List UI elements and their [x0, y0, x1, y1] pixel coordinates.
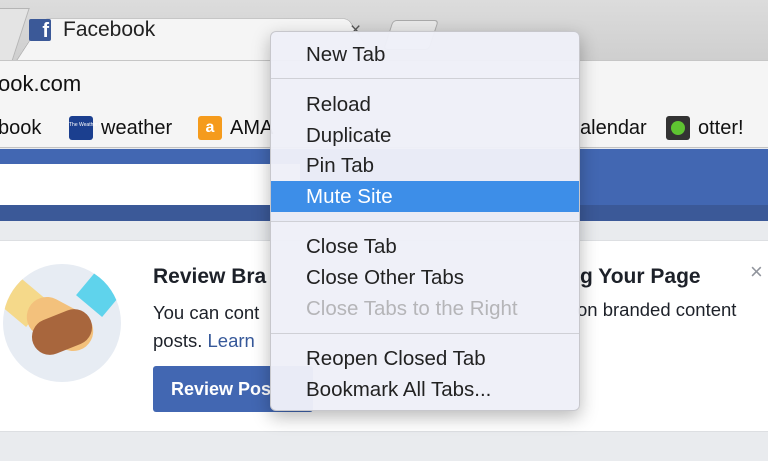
amazon-icon: a	[198, 116, 222, 140]
handshake-icon	[3, 264, 121, 382]
bookmark-label: AMA	[230, 116, 274, 139]
facebook-favicon-icon: f	[29, 19, 51, 41]
menu-item-close-tab[interactable]: Close Tab	[271, 231, 579, 262]
search-input[interactable]	[0, 164, 300, 206]
bookmark-label: otter!	[698, 116, 744, 139]
bookmark-label: alendar	[580, 116, 647, 139]
bookmark-label: book	[0, 116, 42, 139]
card-body-end: on branded content	[577, 299, 737, 320]
close-icon[interactable]: ×	[750, 259, 763, 285]
menu-item-reopen-closed-tab[interactable]: Reopen Closed Tab	[271, 343, 579, 374]
card-title: Review Bra	[153, 265, 267, 288]
weather-channel-icon: The Weather Channel	[69, 116, 118, 140]
menu-item-pin-tab[interactable]: Pin Tab	[271, 150, 579, 181]
bookmark-item-weather[interactable]: The Weather Channel weather	[69, 115, 172, 141]
tab-title: Facebook	[63, 18, 156, 41]
address-bar[interactable]: ook.com	[0, 71, 81, 97]
menu-separator	[271, 333, 579, 334]
learn-more-link[interactable]: Learn	[208, 330, 255, 351]
menu-item-mute-site[interactable]: Mute Site	[271, 181, 579, 212]
card-body: You can cont posts. Learn	[153, 302, 260, 351]
menu-item-new-tab[interactable]: New Tab	[271, 39, 579, 70]
card-title-end: g Your Page	[580, 265, 701, 288]
otter-icon	[666, 116, 690, 140]
menu-item-duplicate[interactable]: Duplicate	[271, 120, 579, 151]
tab-context-menu: New Tab Reload Duplicate Pin Tab Mute Si…	[270, 31, 580, 411]
menu-item-reload[interactable]: Reload	[271, 89, 579, 120]
menu-separator	[271, 221, 579, 222]
menu-item-close-tabs-right: Close Tabs to the Right	[306, 297, 518, 320]
bookmark-item[interactable]: book	[0, 115, 41, 141]
menu-separator	[271, 78, 579, 79]
bookmark-item-calendar[interactable]: alendar	[580, 115, 647, 141]
menu-item-bookmark-all-tabs[interactable]: Bookmark All Tabs...	[271, 374, 579, 405]
bookmark-item-otter[interactable]: otter!	[666, 115, 744, 141]
menu-item-close-other-tabs[interactable]: Close Other Tabs	[271, 262, 579, 293]
bookmark-item-amazon[interactable]: a AMA	[198, 115, 273, 141]
bookmark-label: weather	[101, 116, 173, 139]
